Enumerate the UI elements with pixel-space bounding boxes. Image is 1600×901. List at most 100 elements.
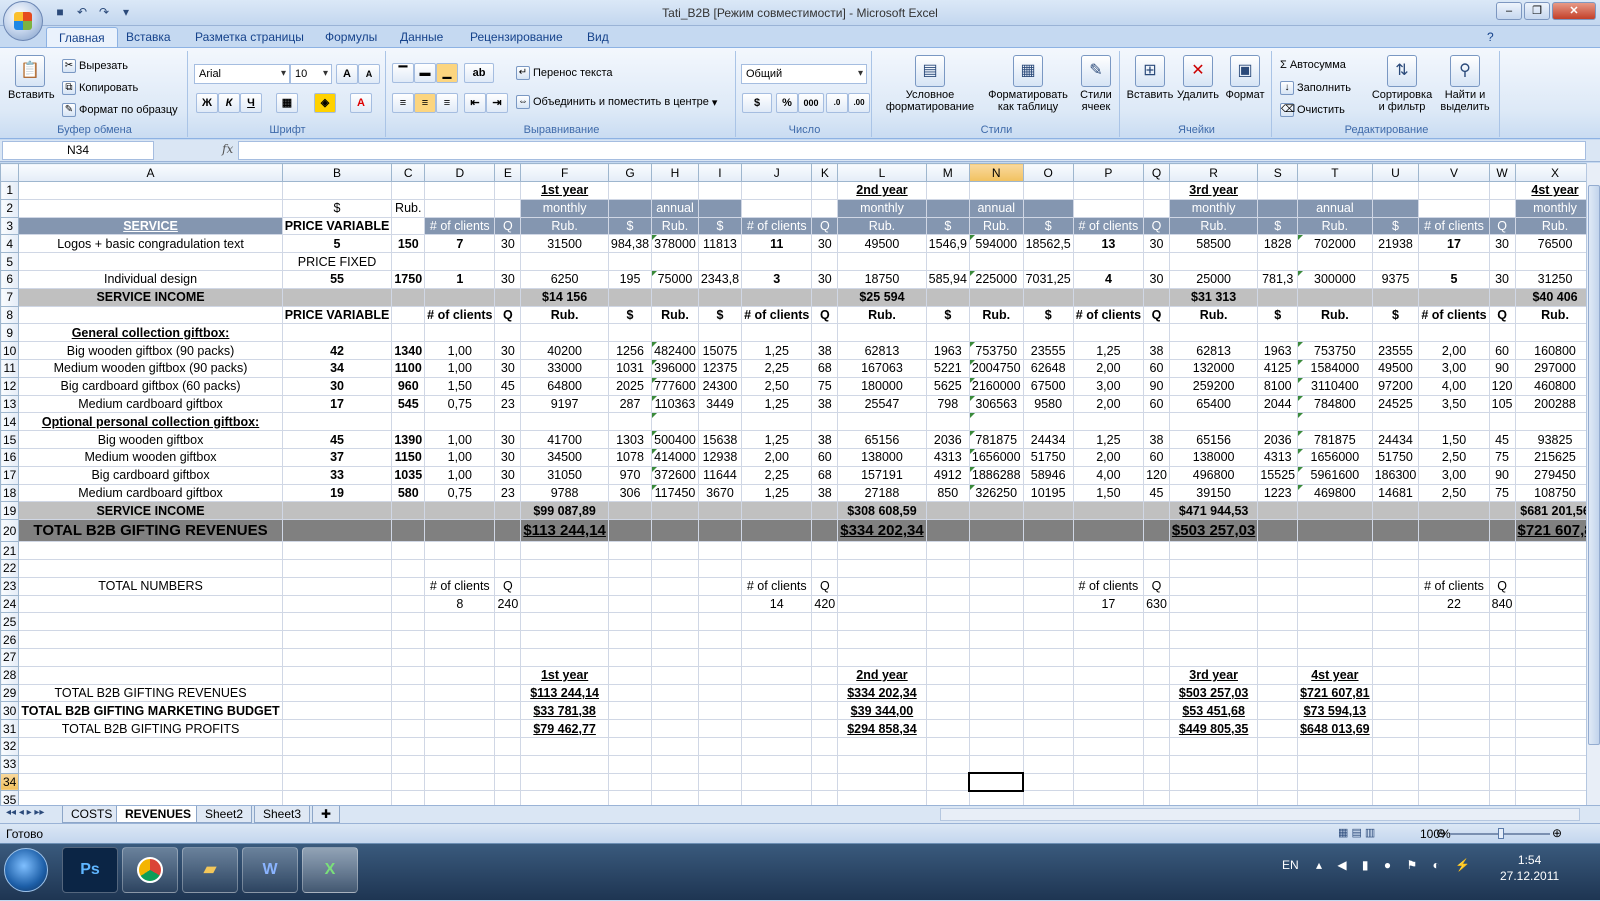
- cell-e28[interactable]: [494, 665, 522, 685]
- cell-e2[interactable]: [494, 198, 522, 218]
- cell-u17[interactable]: 186300: [1371, 465, 1420, 485]
- cell-q29[interactable]: [1143, 683, 1170, 703]
- cell-e11[interactable]: 30: [494, 358, 522, 378]
- cell-a28[interactable]: [18, 665, 283, 685]
- cell-b6[interactable]: 55: [281, 269, 393, 289]
- cell-r15[interactable]: 65156: [1168, 430, 1259, 449]
- cell-k3[interactable]: Q: [811, 216, 839, 236]
- cell-x25[interactable]: [1514, 612, 1586, 632]
- cell-c7[interactable]: [391, 287, 426, 307]
- format-cells-button[interactable]: ▣ Формат: [1222, 55, 1268, 101]
- cell-f26[interactable]: [520, 630, 609, 649]
- cell-h30[interactable]: [651, 701, 699, 721]
- tray-icons[interactable]: ▴ ◀ ▮ ● ⚑ ◐ ⚡: [1316, 858, 1476, 872]
- column-header-d[interactable]: D: [424, 163, 496, 182]
- cell-s29[interactable]: [1257, 683, 1299, 703]
- cell-h8[interactable]: Rub.: [651, 305, 699, 325]
- cell-q34[interactable]: [1143, 772, 1170, 792]
- cell-g4[interactable]: 984,38: [607, 234, 653, 254]
- taskbar-word[interactable]: W: [242, 847, 298, 893]
- cell-t32[interactable]: [1297, 736, 1373, 756]
- cell-t6[interactable]: 300000: [1297, 269, 1373, 289]
- cell-v33[interactable]: [1418, 754, 1490, 774]
- sheet-tab-costs[interactable]: COSTS: [62, 806, 122, 823]
- cell-t29[interactable]: $721 607,81: [1297, 683, 1373, 703]
- row-header-28[interactable]: 28: [0, 665, 20, 685]
- cell-x11[interactable]: 297000: [1514, 358, 1586, 378]
- cell-v3[interactable]: # of clients: [1418, 216, 1490, 236]
- row-header-1[interactable]: 1: [0, 181, 20, 200]
- cell-r17[interactable]: 496800: [1168, 465, 1259, 485]
- row-header-26[interactable]: 26: [0, 630, 20, 649]
- cell-w10[interactable]: 60: [1488, 341, 1516, 360]
- row-header-32[interactable]: 32: [0, 736, 20, 756]
- format-as-table-button[interactable]: ▦ Форматировать как таблицу: [980, 55, 1076, 113]
- cell-o19[interactable]: [1022, 501, 1074, 521]
- cell-i9[interactable]: [697, 323, 743, 343]
- cell-t31[interactable]: $648 013,69: [1297, 719, 1373, 738]
- cell-a14[interactable]: Optional personal collection giftbox:: [18, 412, 283, 432]
- cell-a6[interactable]: Individual design: [18, 269, 283, 289]
- cell-m4[interactable]: 1546,9: [925, 234, 970, 254]
- cell-v6[interactable]: 5: [1418, 269, 1490, 289]
- clear-button[interactable]: ⌫ Очистить: [1280, 103, 1345, 117]
- cell-i13[interactable]: 3449: [697, 394, 743, 414]
- cell-c24[interactable]: [391, 594, 426, 614]
- cell-m32[interactable]: [925, 736, 970, 756]
- column-header-s[interactable]: S: [1257, 163, 1299, 182]
- cell-i4[interactable]: 11813: [697, 234, 743, 254]
- cell-g15[interactable]: 1303: [607, 430, 653, 449]
- column-header-l[interactable]: L: [837, 163, 927, 182]
- cell-j3[interactable]: # of clients: [741, 216, 813, 236]
- cell-m18[interactable]: 850: [925, 483, 970, 503]
- cell-f21[interactable]: [520, 541, 609, 560]
- cell-s1[interactable]: [1257, 181, 1299, 200]
- cell-r29[interactable]: $503 257,03: [1168, 683, 1259, 703]
- cell-g8[interactable]: $: [607, 305, 653, 325]
- align-left-icon[interactable]: ≡: [392, 93, 414, 113]
- cell-j19[interactable]: [741, 501, 813, 521]
- cell-w34[interactable]: [1488, 772, 1516, 792]
- cell-t30[interactable]: $73 594,13: [1297, 701, 1373, 721]
- cell-o1[interactable]: [1022, 181, 1074, 200]
- cell-c8[interactable]: [391, 305, 426, 325]
- cell-h10[interactable]: 482400: [651, 341, 699, 360]
- cell-d27[interactable]: [424, 647, 496, 667]
- column-header-k[interactable]: K: [811, 163, 839, 182]
- cell-u1[interactable]: [1371, 181, 1420, 200]
- cell-a10[interactable]: Big wooden giftbox (90 packs): [18, 341, 283, 360]
- cell-p9[interactable]: [1072, 323, 1145, 343]
- cell-n18[interactable]: 326250: [968, 483, 1024, 503]
- cell-o8[interactable]: $: [1022, 305, 1074, 325]
- cell-j28[interactable]: [741, 665, 813, 685]
- cell-v21[interactable]: [1418, 541, 1490, 560]
- cell-h26[interactable]: [651, 630, 699, 649]
- cell-q11[interactable]: 60: [1143, 358, 1170, 378]
- cell-n32[interactable]: [968, 736, 1024, 756]
- cell-h9[interactable]: [651, 323, 699, 343]
- cell-i22[interactable]: [697, 558, 743, 578]
- cell-w15[interactable]: 45: [1488, 430, 1516, 449]
- cell-q27[interactable]: [1143, 647, 1170, 667]
- cell-c31[interactable]: [391, 719, 426, 738]
- cell-t12[interactable]: 3110400: [1297, 376, 1373, 396]
- cell-i20[interactable]: [697, 519, 743, 543]
- cell-p28[interactable]: [1072, 665, 1145, 685]
- cell-p2[interactable]: [1072, 198, 1145, 218]
- decrease-decimal-icon[interactable]: .00: [848, 93, 870, 113]
- cell-k15[interactable]: 38: [811, 430, 839, 449]
- cell-r25[interactable]: [1168, 612, 1259, 632]
- cell-d30[interactable]: [424, 701, 496, 721]
- cell-b30[interactable]: [281, 701, 393, 721]
- cell-n12[interactable]: 2160000: [968, 376, 1024, 396]
- cell-q20[interactable]: [1143, 519, 1170, 543]
- thousands-button[interactable]: 000: [798, 93, 824, 113]
- cell-t15[interactable]: 781875: [1297, 430, 1373, 449]
- cell-r6[interactable]: 25000: [1168, 269, 1259, 289]
- cell-j34[interactable]: [741, 772, 813, 792]
- cell-j21[interactable]: [741, 541, 813, 560]
- cell-x30[interactable]: [1514, 701, 1586, 721]
- cell-l34[interactable]: [837, 772, 927, 792]
- cell-q14[interactable]: [1143, 412, 1170, 432]
- cell-v30[interactable]: [1418, 701, 1490, 721]
